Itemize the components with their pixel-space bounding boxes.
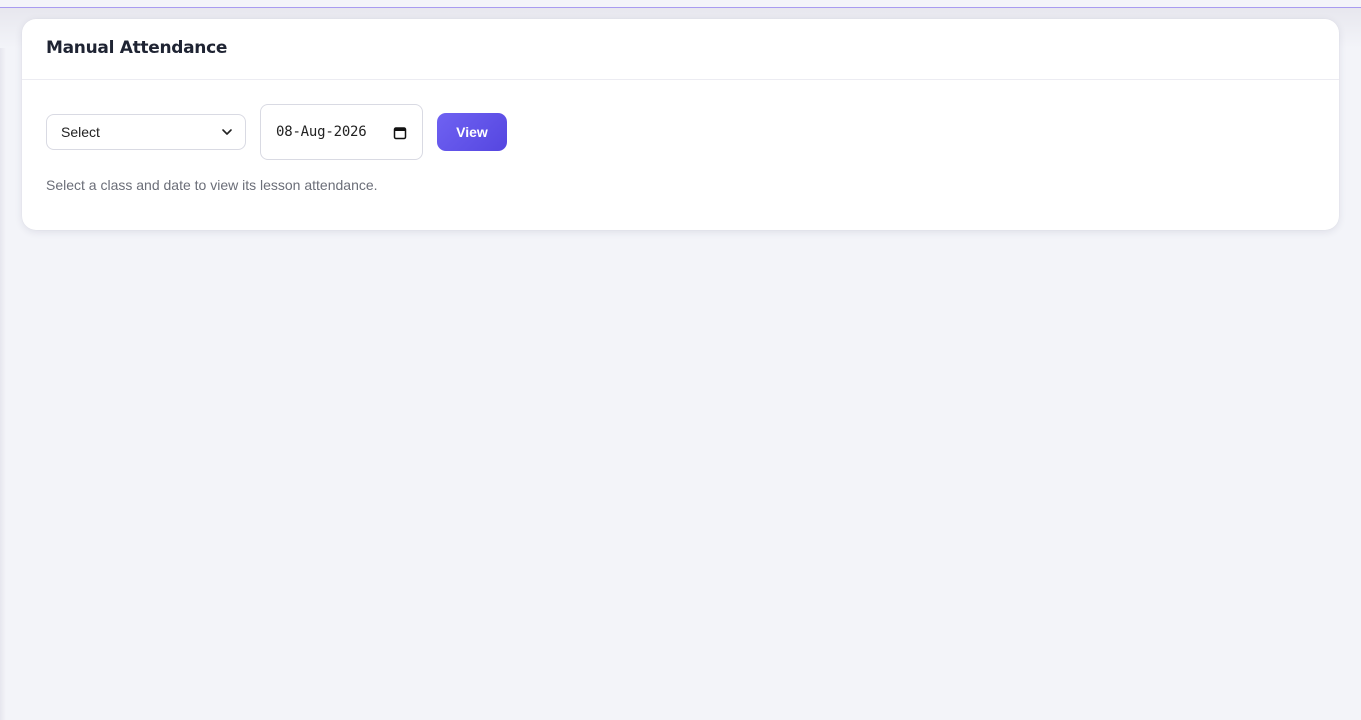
page-edge-shadow [0, 0, 6, 720]
chevron-down-icon [222, 129, 232, 135]
page-title: Manual Attendance [46, 38, 228, 58]
calendar-icon[interactable] [393, 126, 407, 140]
card-body: Select 08-Aug-2026 View Select a class a… [22, 80, 1339, 230]
card-header: Manual Attendance [22, 19, 1339, 80]
top-accent-line [0, 0, 1361, 8]
hint-text: Select a class and date to view its less… [46, 177, 378, 193]
date-input-value: 08-Aug-2026 [276, 124, 367, 140]
view-button[interactable]: View [437, 113, 507, 151]
manual-attendance-card: Manual Attendance Select 08-Aug-2026 Vie… [22, 19, 1339, 230]
date-input[interactable]: 08-Aug-2026 [260, 104, 423, 160]
class-select[interactable]: Select [46, 114, 246, 150]
class-select-value: Select [61, 124, 100, 140]
